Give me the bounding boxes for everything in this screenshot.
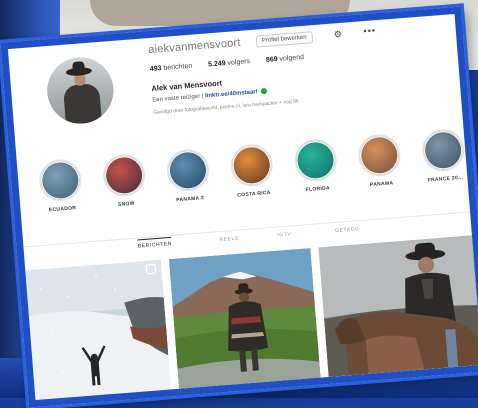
highlight-label: SNOW — [117, 200, 136, 208]
instagram-profile-screenshot: aiekvanmensvoort Profiel bewerken ⚙ ••• … — [0, 6, 478, 408]
post-cowboy-horse[interactable] — [318, 235, 478, 377]
verified-icon — [261, 87, 268, 95]
stat-posts[interactable]: 493 berichten — [150, 63, 193, 73]
highlight-thumbnail — [165, 147, 211, 193]
post-image — [318, 235, 478, 377]
tab-posts[interactable]: BERICHTEN — [137, 236, 173, 250]
highlight-france[interactable]: FRANCE 20... — [420, 127, 468, 184]
bio-link[interactable]: linktr.ee/40mstaar! — [205, 89, 258, 99]
highlight-label: FLORIDA — [305, 185, 331, 194]
profile-avatar[interactable] — [44, 55, 116, 127]
highlight-thumbnail — [420, 127, 466, 173]
profile-full-name: Alek van Mensvoort — [151, 78, 223, 93]
highlight-ecuador[interactable]: ECUADOR — [37, 157, 85, 214]
tab-tagged[interactable]: GETAGD — [335, 226, 360, 234]
highlight-costa-rica[interactable]: COSTA RICA — [228, 142, 276, 199]
story-highlights: ECUADOR SNOW PANAMA 2 COSTA RICA FLORIDA… — [37, 127, 466, 231]
tab-reels[interactable]: REELS — [219, 236, 239, 244]
highlight-thumbnail — [356, 132, 402, 178]
highlight-thumbnail — [37, 157, 83, 203]
highlight-panama[interactable]: PANAMA — [356, 132, 404, 189]
highlight-label: COSTA RICA — [237, 189, 271, 199]
highlight-panama-2[interactable]: PANAMA 2 — [164, 147, 212, 204]
highlight-thumbnail — [101, 152, 147, 198]
highlight-thumbnail — [292, 137, 339, 183]
profile-stats: 493 berichten 5.249 volgers 869 volgend — [150, 53, 319, 73]
post-image — [25, 259, 172, 401]
post-snow-arms-raised[interactable] — [25, 259, 172, 401]
post-poncho-mountain[interactable] — [168, 247, 321, 389]
stat-following[interactable]: 869 volgend — [266, 54, 305, 64]
gear-icon[interactable]: ⚙ — [333, 29, 342, 41]
edit-profile-button[interactable]: Profiel bewerken — [255, 31, 314, 48]
more-options-icon[interactable]: ••• — [363, 25, 376, 36]
highlight-snow[interactable]: SNOW — [101, 152, 149, 209]
highlight-thumbnail — [229, 142, 275, 188]
highlight-label: ECUADOR — [48, 205, 77, 214]
post-image — [168, 247, 321, 389]
highlight-label: FRANCE 20... — [427, 174, 464, 184]
tab-igtv[interactable]: IGTV — [277, 231, 292, 238]
profile-username: aiekvanmensvoort — [147, 36, 242, 57]
stat-followers[interactable]: 5.249 volgers — [208, 58, 250, 68]
highlight-label: PANAMA — [369, 180, 394, 189]
highlight-florida[interactable]: FLORIDA — [292, 137, 340, 194]
highlight-label: PANAMA 2 — [176, 195, 205, 204]
